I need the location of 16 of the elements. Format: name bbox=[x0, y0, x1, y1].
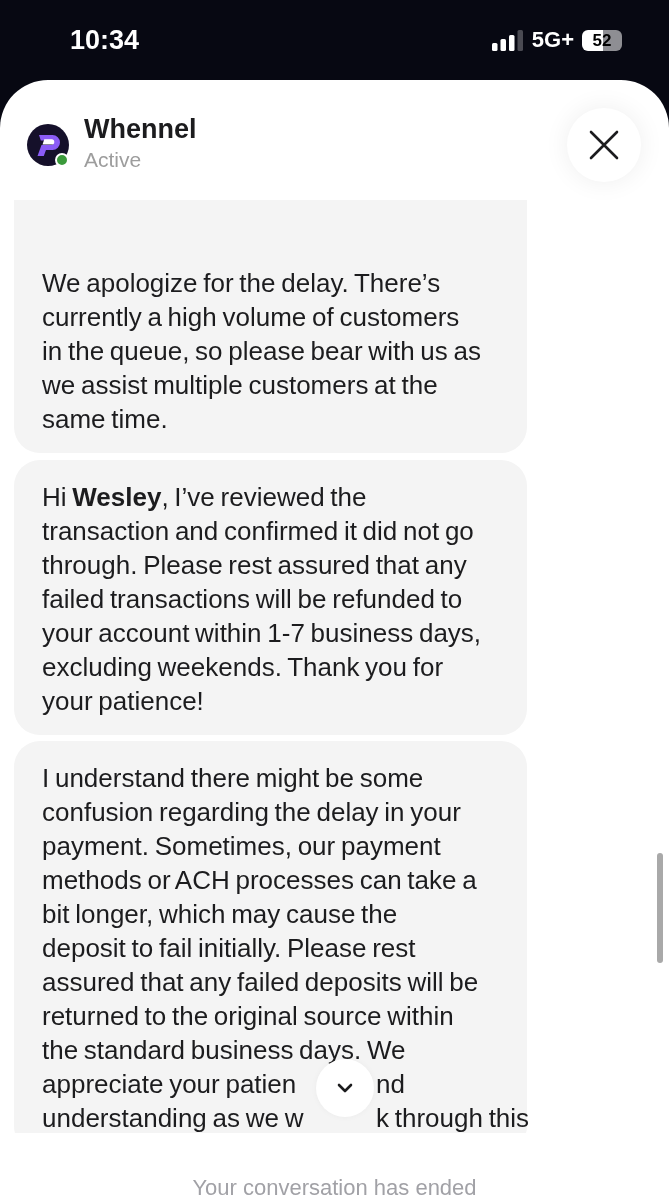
avatar-logo-icon bbox=[27, 124, 69, 166]
message-text: Hi Wesley, I’ve reviewed the transaction and confirmed it did not go through. Please rest assured that any failed transactions will be refunded to your account within 1-7 business days, excluding weekends. Thank you for your patience! bbox=[42, 481, 483, 718]
close-icon bbox=[589, 130, 619, 160]
signal-strength-icon bbox=[491, 29, 524, 51]
chevron-down-icon bbox=[337, 1083, 353, 1093]
message-text-fragment: k through this bbox=[376, 1102, 530, 1133]
message-text-fragment: understanding as we w bbox=[42, 1102, 305, 1133]
message-text-fragment: appreciate your patien bbox=[42, 1068, 298, 1101]
status-time: 10:34 bbox=[70, 24, 140, 56]
conversation-ended-notice: Your conversation has ended bbox=[192, 1176, 477, 1200]
contact-name: Whennel bbox=[84, 113, 197, 146]
message-text: We apologize for the delay. There’s currently a high volume of customers in the queue, so please bear with us as we assist multiple customers at the same time. bbox=[42, 267, 482, 436]
battery-percentage: 52 bbox=[582, 29, 622, 51]
contact-status: Active bbox=[84, 147, 143, 173]
message-text-fragment: nd bbox=[376, 1068, 406, 1101]
network-type: 5G+ bbox=[531, 27, 574, 53]
